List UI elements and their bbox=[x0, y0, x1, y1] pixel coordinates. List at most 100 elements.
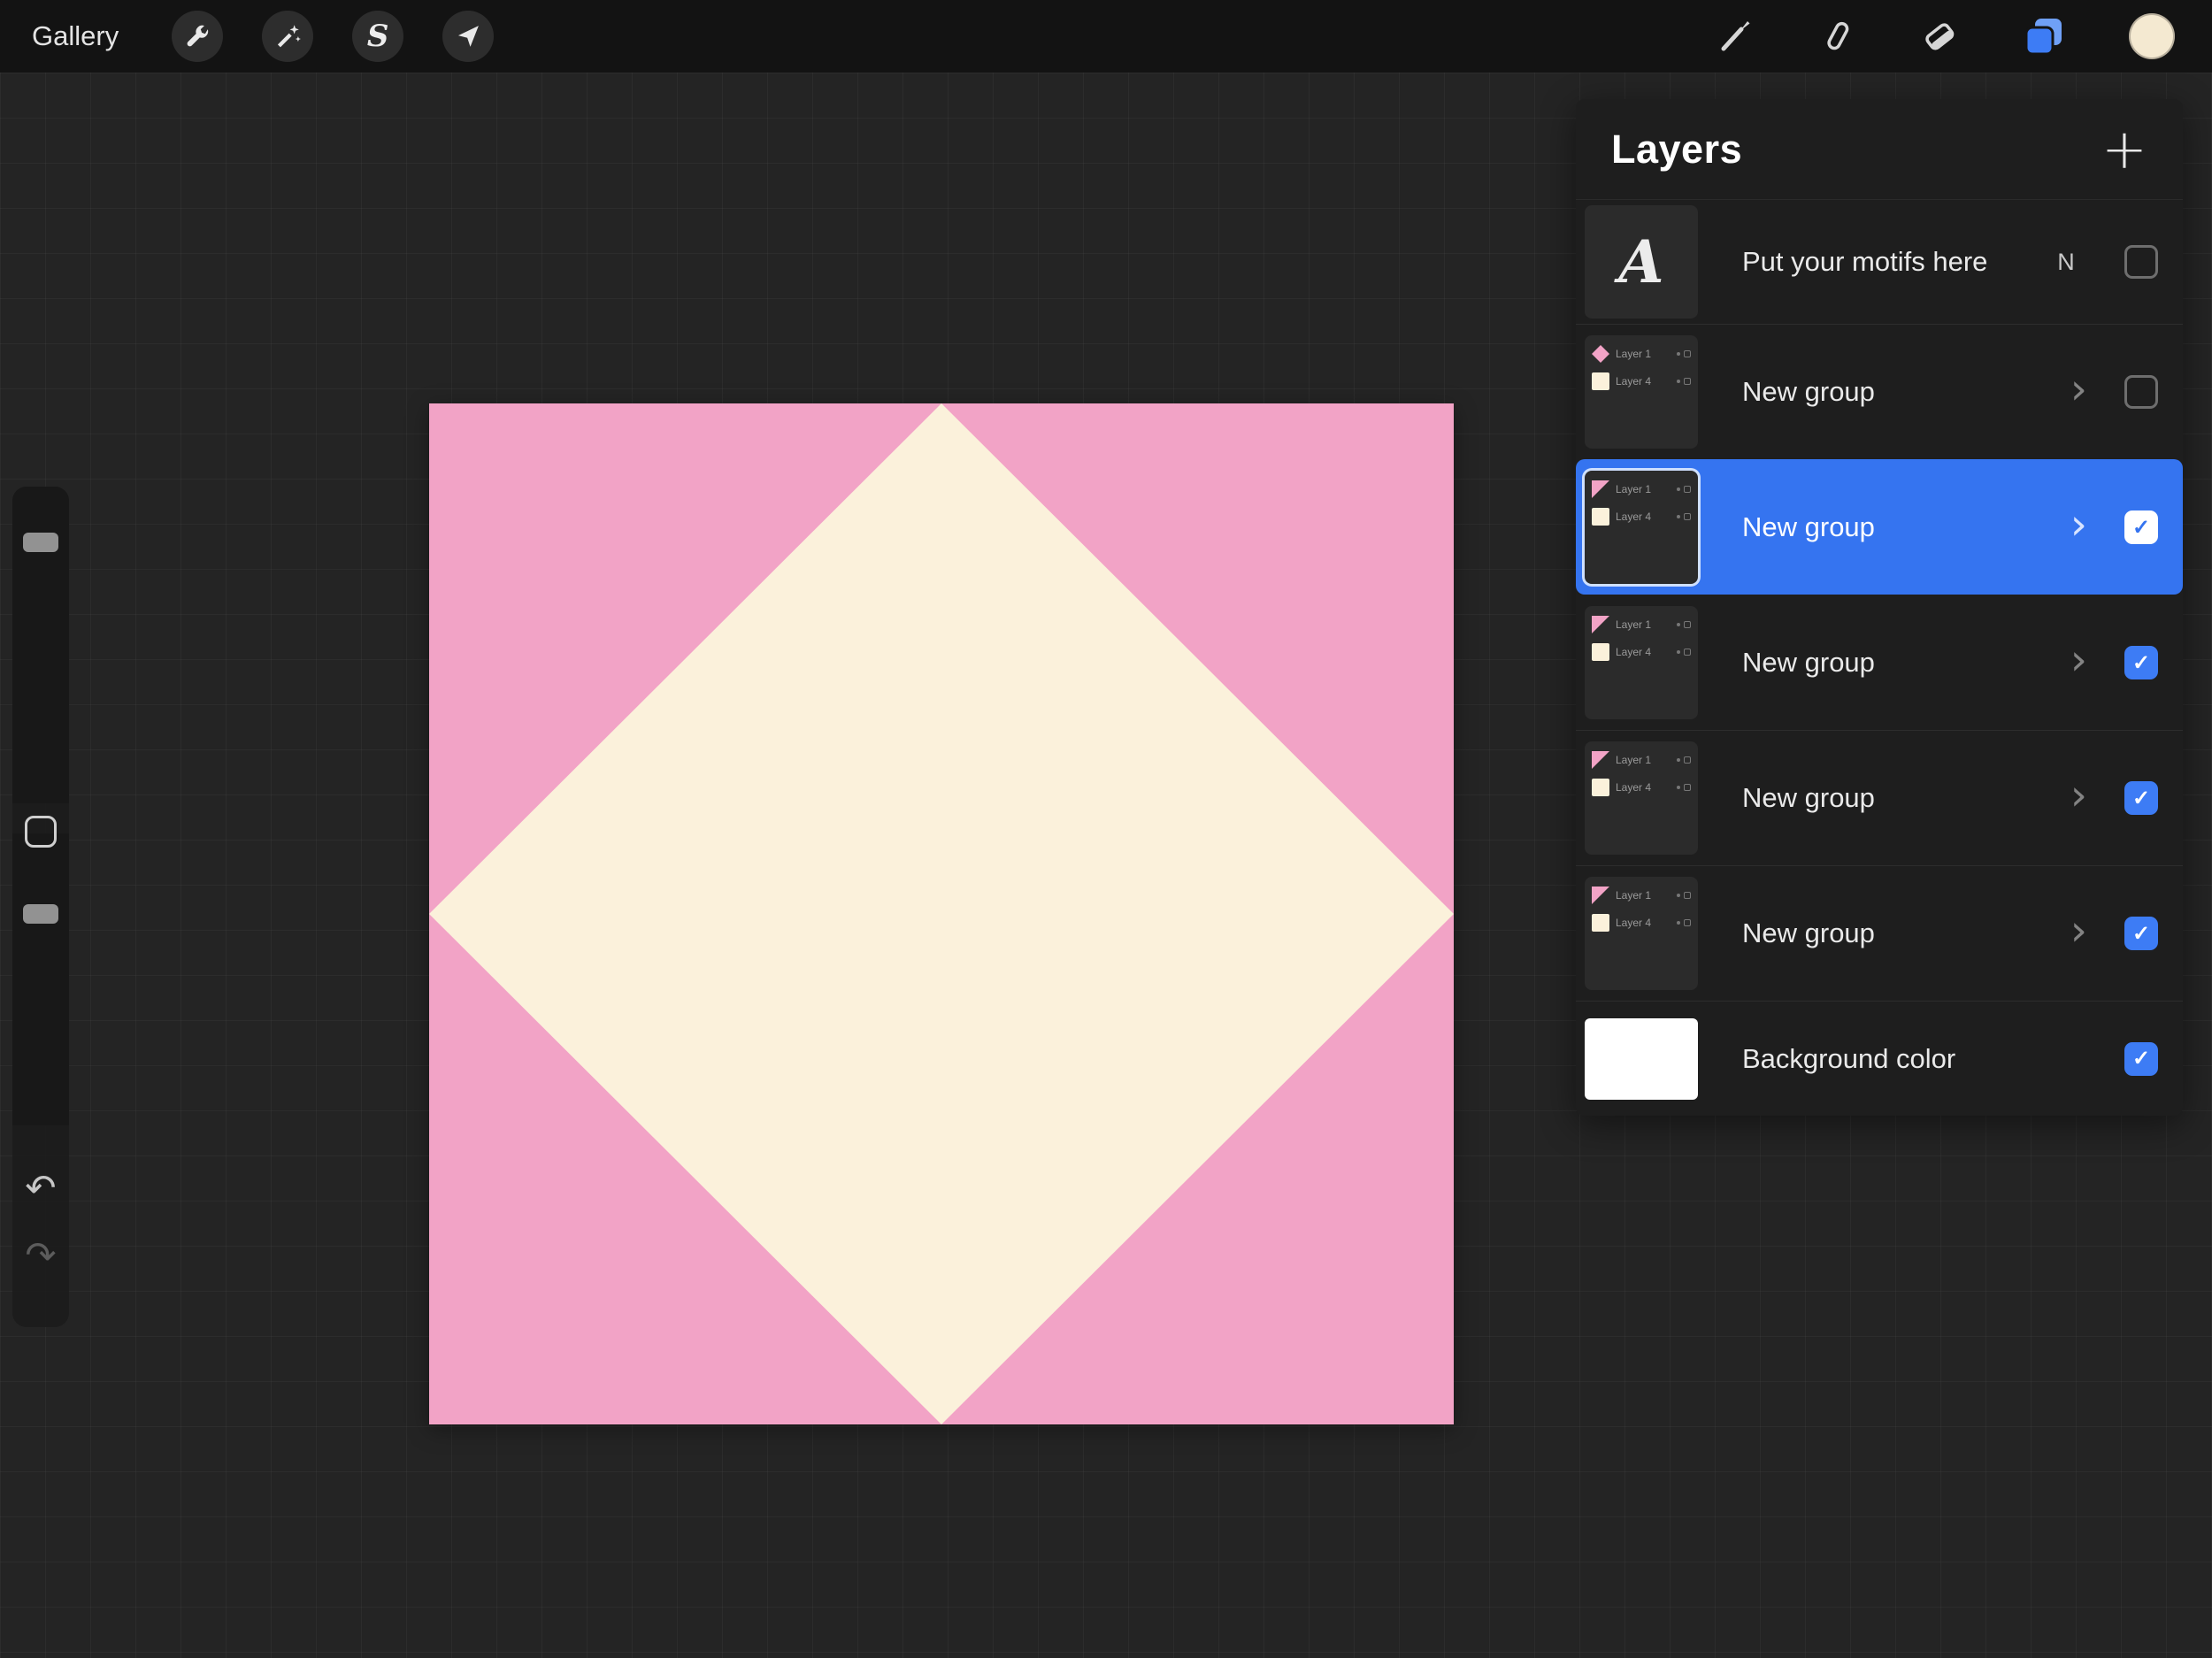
expand-group-chevron-icon[interactable]: › bbox=[2070, 774, 2087, 817]
layer-title: New group bbox=[1742, 647, 1875, 678]
layer-row-group[interactable]: Layer 1 Layer 4 New group › ✓ bbox=[1576, 730, 2183, 865]
mini-layer-swatch bbox=[1592, 751, 1609, 769]
actions-button[interactable] bbox=[172, 11, 224, 62]
visibility-checkbox[interactable]: ✓ bbox=[2124, 917, 2158, 950]
mini-layer-row: Layer 4 bbox=[1592, 506, 1691, 527]
layer-title: New group bbox=[1742, 917, 1875, 948]
mini-layer-row: Layer 1 bbox=[1592, 614, 1691, 635]
layer-title: Background color bbox=[1742, 1042, 1956, 1074]
sidebar-toolbar: ↶ ↷ bbox=[12, 487, 69, 1327]
mini-layer-row: Layer 4 bbox=[1592, 371, 1691, 392]
adjustments-button[interactable] bbox=[262, 11, 314, 62]
mini-layer-marks bbox=[1677, 892, 1691, 899]
mini-layer-label: Layer 4 bbox=[1616, 917, 1652, 929]
check-icon: ✓ bbox=[2131, 515, 2151, 540]
eraser-icon bbox=[1920, 17, 1959, 56]
expand-group-chevron-icon[interactable]: › bbox=[2070, 639, 2087, 681]
mini-layer-row: Layer 4 bbox=[1592, 641, 1691, 663]
opacity-handle[interactable] bbox=[23, 904, 58, 924]
layer-title: Put your motifs here bbox=[1742, 246, 1988, 277]
mini-layer-label: Layer 1 bbox=[1616, 618, 1652, 631]
mini-layer-label: Layer 4 bbox=[1616, 510, 1652, 523]
wrench-icon bbox=[182, 21, 212, 51]
visibility-checkbox[interactable] bbox=[2124, 375, 2158, 409]
mini-layer-swatch bbox=[1592, 779, 1609, 796]
blend-mode-badge[interactable]: N bbox=[2045, 249, 2087, 276]
diamond-motif bbox=[429, 403, 1454, 1424]
layer-row-group[interactable]: Layer 1 Layer 4 New group › ✓ bbox=[1576, 595, 2183, 730]
layer-row-text[interactable]: A Put your motifs here N bbox=[1576, 200, 2183, 324]
group-thumbnail: Layer 1 Layer 4 bbox=[1585, 877, 1698, 990]
layers-title: Layers bbox=[1611, 126, 1743, 172]
artwork-canvas[interactable] bbox=[429, 403, 1454, 1424]
layer-row-group-selected[interactable]: Layer 1 Layer 4 New group › ✓ bbox=[1576, 459, 2183, 595]
expand-group-chevron-icon[interactable]: › bbox=[2070, 503, 2087, 546]
check-icon: ✓ bbox=[2131, 921, 2151, 946]
brush-icon bbox=[1715, 17, 1754, 56]
canvas-workspace[interactable]: ↶ ↷ Layers + A Put your motifs here N La… bbox=[0, 73, 2212, 1658]
expand-group-chevron-icon[interactable]: › bbox=[2070, 368, 2087, 411]
smudge-icon bbox=[1817, 17, 1856, 56]
mini-layer-swatch bbox=[1592, 616, 1609, 633]
selection-button[interactable]: S bbox=[352, 11, 404, 62]
mini-layer-row: Layer 1 bbox=[1592, 885, 1691, 906]
mini-layer-row: Layer 1 bbox=[1592, 343, 1691, 365]
redo-button[interactable]: ↷ bbox=[25, 1237, 56, 1274]
mini-layer-marks bbox=[1677, 919, 1691, 926]
layers-panel-header: Layers + bbox=[1576, 99, 2183, 200]
group-thumbnail: Layer 1 Layer 4 bbox=[1585, 335, 1698, 449]
mini-layer-swatch bbox=[1592, 508, 1609, 526]
mini-layer-label: Layer 1 bbox=[1616, 889, 1652, 902]
layer-row-background[interactable]: Background color ✓ bbox=[1576, 1001, 2183, 1116]
topbar-right-group bbox=[1715, 13, 2212, 59]
layers-panel-button[interactable] bbox=[2023, 15, 2065, 58]
add-layer-button[interactable]: + bbox=[2101, 121, 2147, 176]
visibility-checkbox[interactable] bbox=[2124, 245, 2158, 279]
check-icon: ✓ bbox=[2131, 650, 2151, 675]
layer-title: New group bbox=[1742, 782, 1875, 813]
mini-layer-swatch bbox=[1592, 372, 1609, 390]
visibility-checkbox[interactable]: ✓ bbox=[2124, 1041, 2158, 1076]
gallery-button[interactable]: Gallery bbox=[32, 20, 119, 52]
brush-tool-button[interactable] bbox=[1715, 17, 1754, 56]
mini-layer-marks bbox=[1677, 649, 1691, 656]
mini-layer-label: Layer 4 bbox=[1616, 375, 1652, 388]
mini-layer-row: Layer 4 bbox=[1592, 912, 1691, 933]
expand-group-chevron-icon[interactable]: › bbox=[2070, 910, 2087, 952]
top-toolbar: Gallery S bbox=[0, 0, 2212, 73]
undo-button[interactable]: ↶ bbox=[25, 1170, 56, 1207]
mini-layer-label: Layer 1 bbox=[1616, 483, 1652, 495]
layer-row-group[interactable]: Layer 1 Layer 4 New group › ✓ bbox=[1576, 865, 2183, 1001]
mini-layer-row: Layer 1 bbox=[1592, 749, 1691, 771]
mini-layer-marks bbox=[1677, 621, 1691, 628]
layer-title: New group bbox=[1742, 376, 1875, 407]
mini-layer-swatch bbox=[1592, 345, 1609, 363]
transform-button[interactable] bbox=[442, 11, 495, 62]
modify-button[interactable] bbox=[25, 816, 57, 848]
mini-layer-marks bbox=[1677, 378, 1691, 385]
layers-icon bbox=[2023, 15, 2065, 58]
opacity-slider[interactable] bbox=[12, 833, 69, 1125]
mini-layer-swatch bbox=[1592, 480, 1609, 498]
active-color-swatch[interactable] bbox=[2129, 13, 2175, 59]
group-thumbnail: Layer 1 Layer 4 bbox=[1585, 741, 1698, 855]
brush-size-handle[interactable] bbox=[23, 533, 58, 552]
mini-layer-swatch bbox=[1592, 887, 1609, 904]
mini-layer-row: Layer 1 bbox=[1592, 479, 1691, 500]
layer-title: New group bbox=[1742, 511, 1875, 542]
mini-layer-row: Layer 4 bbox=[1592, 777, 1691, 798]
mini-layer-label: Layer 4 bbox=[1616, 781, 1652, 794]
layer-row-group[interactable]: Layer 1 Layer 4 New group › bbox=[1576, 324, 2183, 459]
selection-icon: S bbox=[366, 19, 389, 54]
visibility-checkbox[interactable]: ✓ bbox=[2124, 646, 2158, 679]
mini-layer-label: Layer 4 bbox=[1616, 646, 1652, 658]
visibility-checkbox[interactable]: ✓ bbox=[2124, 781, 2158, 815]
group-thumbnail: Layer 1 Layer 4 bbox=[1585, 471, 1698, 584]
mini-layer-marks bbox=[1677, 756, 1691, 764]
mini-layer-marks bbox=[1677, 513, 1691, 520]
transform-arrow-icon bbox=[453, 21, 483, 51]
visibility-checkbox[interactable]: ✓ bbox=[2124, 510, 2158, 544]
eraser-tool-button[interactable] bbox=[1920, 17, 1959, 56]
text-layer-a-glyph: A bbox=[1618, 227, 1664, 296]
smudge-tool-button[interactable] bbox=[1817, 17, 1856, 56]
